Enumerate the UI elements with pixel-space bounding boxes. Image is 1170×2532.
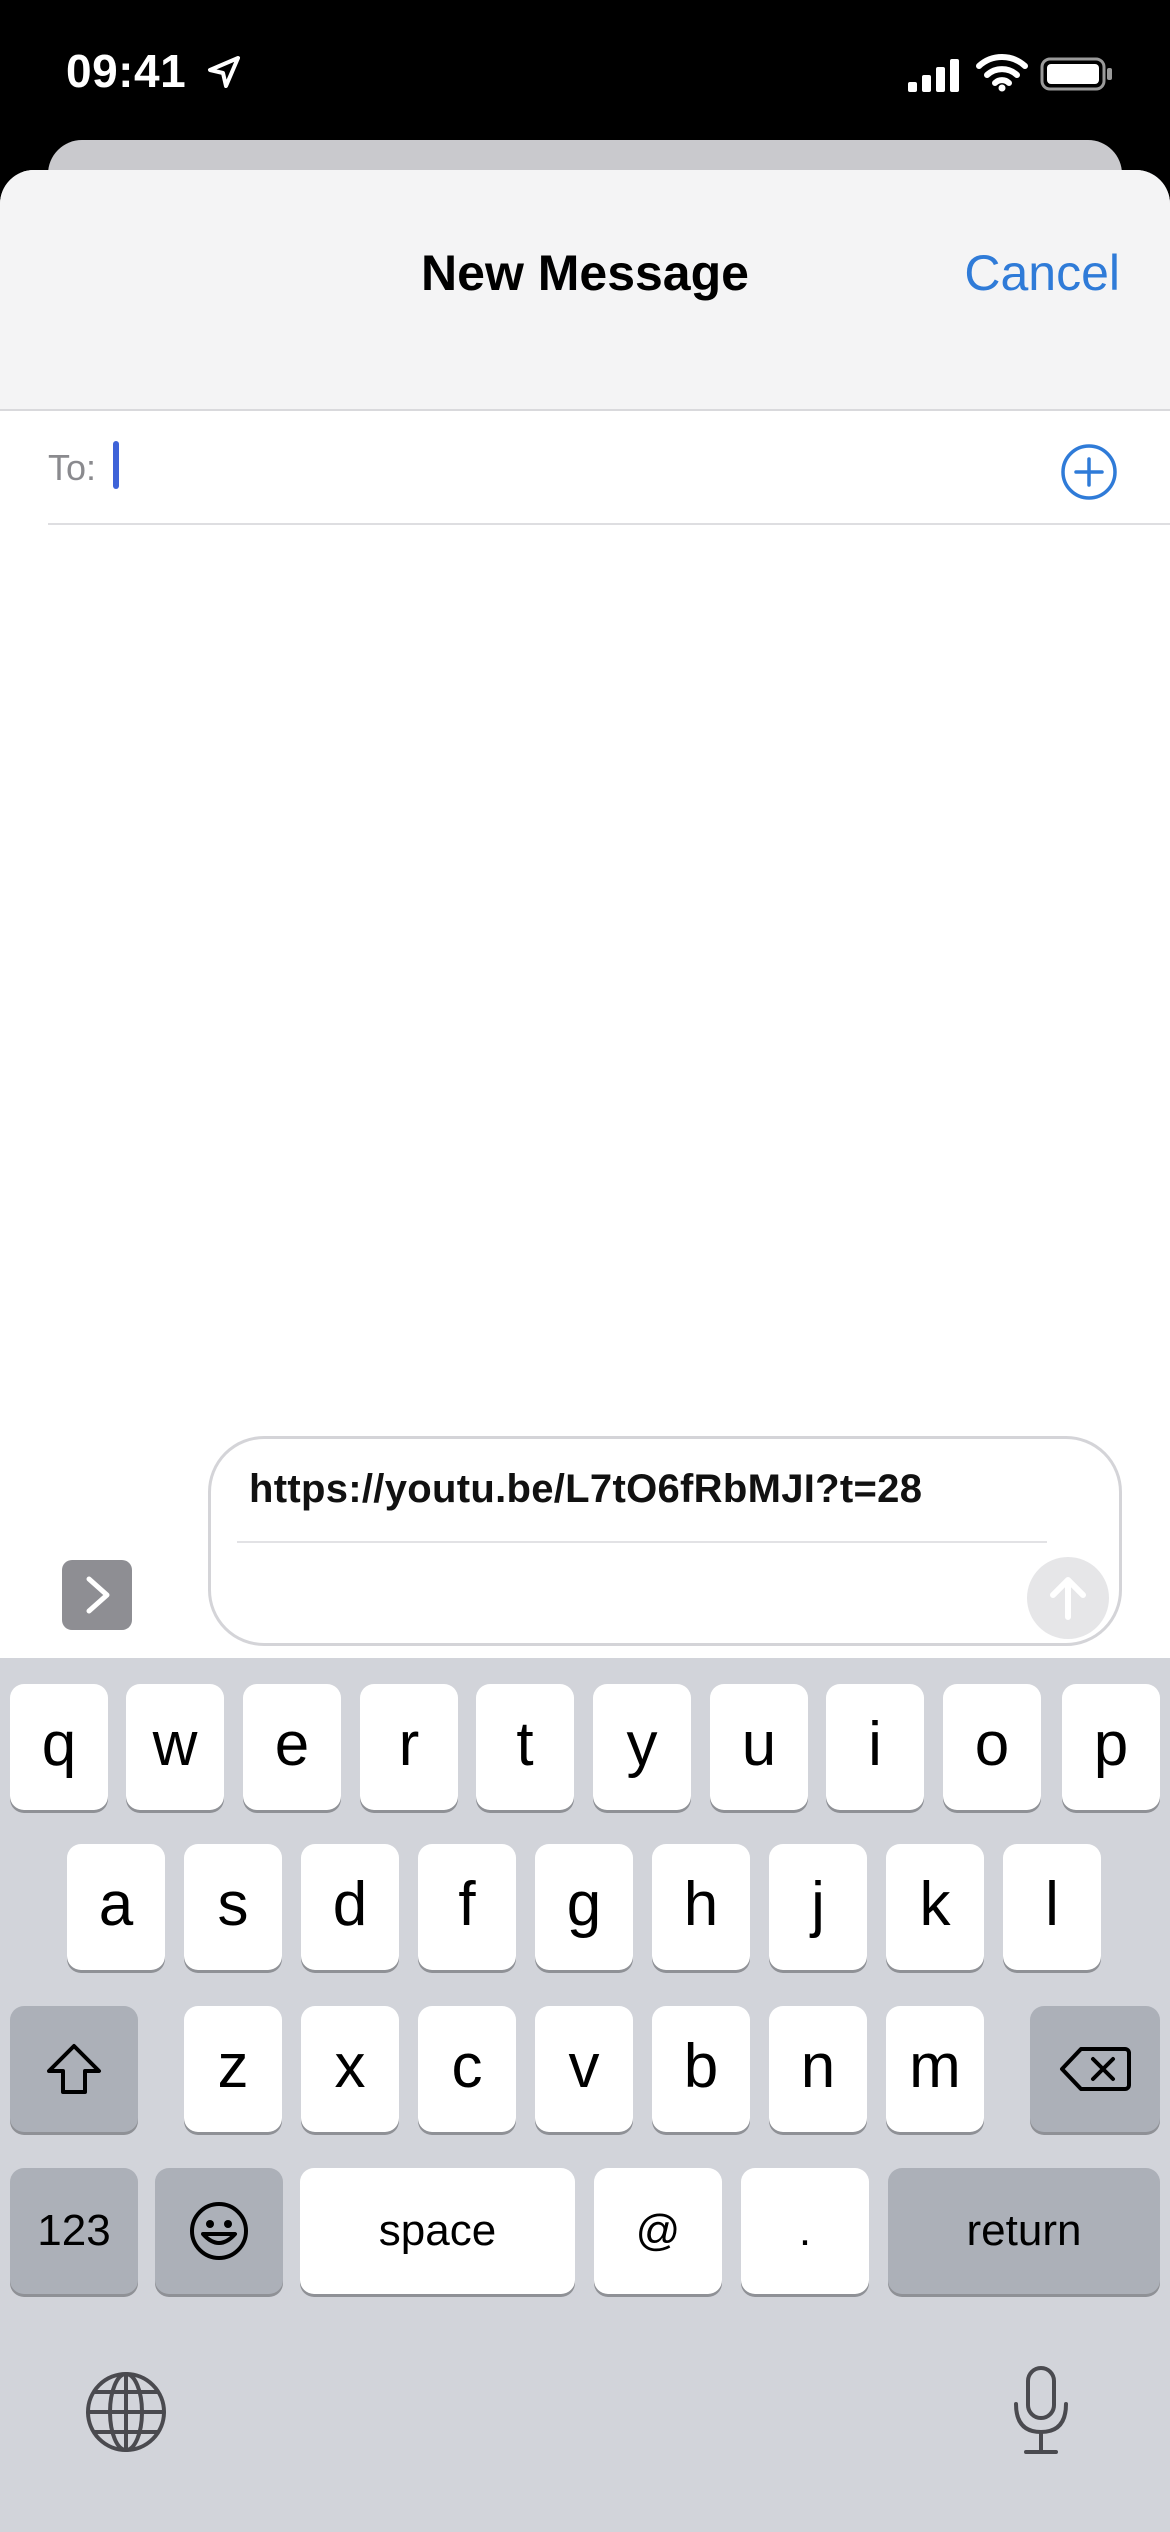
delete-key[interactable] xyxy=(1030,2006,1160,2132)
delete-icon xyxy=(1060,2047,1131,2091)
key-g[interactable]: g xyxy=(535,1844,633,1970)
wifi-icon xyxy=(976,54,1028,92)
key-a[interactable]: a xyxy=(67,1844,165,1970)
key-label: w xyxy=(152,1709,198,1779)
key-i[interactable]: i xyxy=(826,1684,924,1810)
keyboard: q w e r t y u i o p a s d f g h j k l z … xyxy=(0,1658,1170,2532)
add-contact-icon[interactable] xyxy=(1060,443,1118,501)
shift-icon xyxy=(47,2044,101,2094)
key-y[interactable]: y xyxy=(593,1684,691,1810)
key-label: e xyxy=(274,1709,310,1779)
key-h[interactable]: h xyxy=(652,1844,750,1970)
key-k[interactable]: k xyxy=(886,1844,984,1970)
globe-icon[interactable] xyxy=(84,2370,168,2454)
key-x[interactable]: x xyxy=(301,2006,399,2132)
key-p[interactable]: p xyxy=(1062,1684,1160,1810)
location-arrow-icon xyxy=(208,56,240,88)
key-v[interactable]: v xyxy=(535,2006,633,2132)
key-label: m xyxy=(909,2031,961,2101)
key-label: space xyxy=(378,2206,497,2255)
text-cursor xyxy=(113,441,119,489)
key-label: c xyxy=(451,2031,483,2101)
key-u[interactable]: u xyxy=(710,1684,808,1810)
key-label: . xyxy=(798,2206,812,2255)
to-field-row[interactable]: To: xyxy=(48,413,1170,525)
key-label: return xyxy=(966,2206,1082,2255)
key-label: d xyxy=(332,1869,368,1939)
key-label: f xyxy=(458,1869,476,1939)
compose-divider xyxy=(237,1541,1047,1543)
cancel-button[interactable]: Cancel xyxy=(964,244,1120,302)
app-drawer-toggle[interactable] xyxy=(62,1560,132,1630)
key-d[interactable]: d xyxy=(301,1844,399,1970)
key-j[interactable]: j xyxy=(769,1844,867,1970)
emoji-key[interactable] xyxy=(155,2168,283,2294)
message-text: https://youtu.be/L7tO6fRbMJI?t=28 xyxy=(249,1467,923,1511)
navigation-bar: New Message Cancel xyxy=(0,170,1170,411)
key-label: t xyxy=(516,1709,534,1779)
key-q[interactable]: q xyxy=(10,1684,108,1810)
key-label: v xyxy=(568,2031,600,2101)
battery-icon xyxy=(1040,57,1112,91)
key-label: a xyxy=(98,1869,134,1939)
key-label: l xyxy=(1045,1869,1059,1939)
send-button[interactable] xyxy=(1027,1557,1109,1639)
key-label: z xyxy=(217,2031,249,2101)
key-label: i xyxy=(868,1709,882,1779)
status-bar: 09:41 xyxy=(0,0,1170,140)
key-label: y xyxy=(626,1709,658,1779)
key-label: 123 xyxy=(37,2206,111,2255)
chevron-right-icon xyxy=(86,1576,110,1614)
message-input[interactable]: https://youtu.be/L7tO6fRbMJI?t=28 xyxy=(208,1436,1122,1646)
key-label: x xyxy=(334,2031,366,2101)
key-label: q xyxy=(41,1709,77,1779)
key-c[interactable]: c xyxy=(418,2006,516,2132)
status-time: 09:41 xyxy=(66,45,187,97)
key-label: u xyxy=(741,1709,777,1779)
key-t[interactable]: t xyxy=(476,1684,574,1810)
period-key[interactable]: . xyxy=(741,2168,869,2294)
key-f[interactable]: f xyxy=(418,1844,516,1970)
key-b[interactable]: b xyxy=(652,2006,750,2132)
key-r[interactable]: r xyxy=(360,1684,458,1810)
to-label: To: xyxy=(48,447,97,488)
cellular-signal-icon xyxy=(908,59,959,92)
key-label: h xyxy=(683,1869,719,1939)
key-n[interactable]: n xyxy=(769,2006,867,2132)
key-label: k xyxy=(919,1869,951,1939)
emoji-icon xyxy=(190,2202,248,2260)
return-key[interactable]: return xyxy=(888,2168,1160,2294)
key-m[interactable]: m xyxy=(886,2006,984,2132)
numbers-key[interactable]: 123 xyxy=(10,2168,138,2294)
key-label: g xyxy=(566,1869,602,1939)
key-label: @ xyxy=(635,2206,681,2255)
key-label: b xyxy=(683,2031,719,2101)
key-label: j xyxy=(811,1869,825,1939)
key-w[interactable]: w xyxy=(126,1684,224,1810)
send-arrow-icon xyxy=(1050,1577,1086,1620)
key-label: p xyxy=(1093,1709,1129,1779)
space-key[interactable]: space xyxy=(300,2168,575,2294)
key-z[interactable]: z xyxy=(184,2006,282,2132)
at-key[interactable]: @ xyxy=(594,2168,722,2294)
key-s[interactable]: s xyxy=(184,1844,282,1970)
key-l[interactable]: l xyxy=(1003,1844,1101,1970)
shift-key[interactable] xyxy=(10,2006,138,2132)
key-label: n xyxy=(800,2031,836,2101)
key-label: r xyxy=(398,1709,420,1779)
key-o[interactable]: o xyxy=(943,1684,1041,1810)
key-label: o xyxy=(974,1709,1010,1779)
microphone-icon[interactable] xyxy=(1010,2364,1072,2456)
key-e[interactable]: e xyxy=(243,1684,341,1810)
key-label: s xyxy=(217,1869,249,1939)
